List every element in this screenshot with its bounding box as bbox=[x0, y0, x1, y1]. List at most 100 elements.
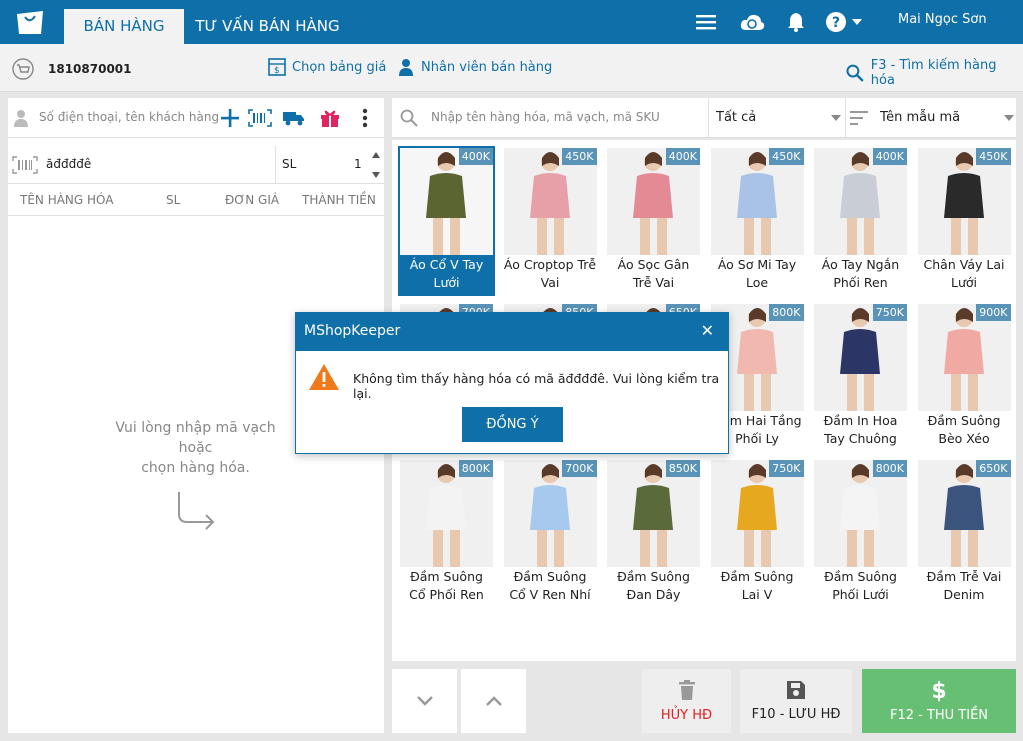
product-card[interactable]: 400K Áo Sọc Gân Trễ Vai bbox=[605, 146, 702, 296]
add-customer-icon[interactable] bbox=[221, 109, 239, 127]
invoice-table-header: TÊN HÀNG HÓA SL ĐƠN GIÁ THÀNH TIỀN bbox=[8, 184, 384, 216]
tab-tu-van-ban-hang[interactable]: TƯ VẤN BÁN HÀNG bbox=[190, 9, 345, 44]
top-bar: BÁN HÀNG TƯ VẤN BÁN HÀNG ? Mai Ngọc Sơn bbox=[0, 0, 1023, 44]
customer-icon bbox=[14, 110, 28, 127]
col-total: THÀNH TIỀN bbox=[302, 193, 376, 207]
sort-dropdown[interactable]: Tên mẫu mã bbox=[845, 98, 1016, 138]
gift-icon[interactable] bbox=[320, 108, 340, 128]
col-product-name: TÊN HÀNG HÓA bbox=[20, 193, 114, 207]
product-name: Áo Sọc Gân Trễ Vai bbox=[617, 257, 690, 290]
order-info: 1810870001 bbox=[12, 58, 132, 80]
more-options-icon[interactable] bbox=[362, 108, 368, 128]
col-quantity: SL bbox=[166, 193, 181, 207]
cart-icon bbox=[12, 58, 34, 80]
barcode-row: ăđđđđê SL 1 bbox=[8, 146, 384, 184]
chevron-down-icon[interactable] bbox=[851, 10, 863, 34]
product-card[interactable]: 850K Đầm Suông Đan Dây bbox=[605, 458, 702, 608]
product-name: Đầm Suông Bèo Xéo bbox=[927, 413, 1001, 446]
cancel-invoice-button[interactable]: HỦY HĐ bbox=[642, 669, 731, 733]
product-price-badge: 800K bbox=[458, 460, 493, 477]
save-disk-icon bbox=[787, 680, 805, 699]
sort-icon bbox=[850, 111, 868, 125]
quantity-up-icon[interactable] bbox=[372, 152, 380, 158]
product-price-badge: 900K bbox=[976, 304, 1011, 321]
scan-card-icon[interactable] bbox=[248, 109, 272, 127]
product-price-badge: 850K bbox=[665, 460, 700, 477]
product-card[interactable]: 800K Đầm Suông Phối Lưới bbox=[812, 458, 909, 608]
product-price-badge: 650K bbox=[976, 460, 1011, 477]
chevron-down-icon bbox=[1004, 115, 1014, 121]
shop-logo-icon bbox=[17, 11, 43, 34]
product-price-badge: 400K bbox=[665, 148, 700, 165]
dialog-header: MShopKeeper ✕ bbox=[296, 313, 728, 351]
product-price-badge: 450K bbox=[562, 148, 597, 165]
product-card[interactable]: 900K Đầm Suông Bèo Xéo bbox=[915, 302, 1013, 452]
warning-icon bbox=[309, 364, 339, 390]
close-icon[interactable]: ✕ bbox=[701, 321, 714, 340]
product-card[interactable]: 700K Đầm Suông Cổ V Ren Nhí bbox=[501, 458, 599, 608]
search-icon bbox=[846, 64, 864, 82]
alert-dialog: MShopKeeper ✕ Không tìm thấy hàng hóa có… bbox=[295, 312, 729, 454]
product-name: Áo Croptop Trễ Vai bbox=[503, 257, 597, 290]
customer-search-input[interactable]: Số điện thoại, tên khách hàng bbox=[39, 110, 219, 124]
checkout-button[interactable]: $ F12 - THU TIỀN bbox=[862, 669, 1016, 733]
product-name: Đầm In Hoa Tay Chuông bbox=[823, 413, 898, 446]
barcode-input[interactable]: ăđđđđê bbox=[46, 157, 91, 171]
scroll-up-button[interactable] bbox=[461, 669, 526, 733]
search-icon bbox=[400, 109, 418, 127]
product-search-input[interactable]: Nhập tên hàng hóa, mã vạch, mã SKU bbox=[431, 110, 660, 124]
order-bar: 1810870001 $ Chọn bảng giá Nhân viên bán… bbox=[0, 44, 1023, 92]
salesperson-icon bbox=[399, 59, 413, 76]
scroll-down-button[interactable] bbox=[392, 669, 457, 733]
quantity-stepper[interactable]: SL 1 bbox=[275, 146, 384, 184]
product-price-badge: 400K bbox=[458, 148, 493, 165]
product-name: Đầm Suông Lai V bbox=[720, 569, 794, 602]
product-card[interactable]: 450K Áo Sơ Mi Tay Loe bbox=[708, 146, 806, 296]
product-name: Đầm Suông Phối Lưới bbox=[824, 569, 897, 602]
ok-button[interactable]: ĐỒNG Ý bbox=[462, 407, 563, 442]
product-card[interactable]: 650K Đầm Trễ Vai Denim bbox=[915, 458, 1013, 608]
tab-ban-hang[interactable]: BÁN HÀNG bbox=[64, 9, 184, 44]
category-filter-dropdown[interactable]: Tất cả bbox=[708, 98, 845, 138]
chevron-down-icon bbox=[416, 696, 433, 706]
product-price-badge: 700K bbox=[562, 460, 597, 477]
product-card[interactable]: 400K Áo Tay Ngắn Phối Ren bbox=[812, 146, 909, 296]
price-table-icon: $ bbox=[268, 58, 286, 76]
svg-text:$: $ bbox=[274, 66, 280, 76]
quantity-down-icon[interactable] bbox=[372, 172, 380, 178]
search-shortcut[interactable]: F3 - Tìm kiếm hàng hóa bbox=[846, 58, 1023, 88]
cloud-sync-icon[interactable] bbox=[738, 10, 766, 34]
arrow-right-curve-icon bbox=[177, 492, 214, 530]
price-list-link[interactable]: $ Chọn bảng giá bbox=[268, 58, 386, 76]
menu-icon[interactable] bbox=[695, 10, 717, 34]
chevron-up-icon bbox=[485, 696, 502, 706]
help-icon[interactable]: ? bbox=[825, 10, 847, 34]
product-price-badge: 450K bbox=[976, 148, 1011, 165]
quantity-value[interactable]: 1 bbox=[354, 157, 362, 171]
product-search-bar: Nhập tên hàng hóa, mã vạch, mã SKU Tất c… bbox=[392, 98, 1016, 138]
product-name: Đầm Trễ Vai Denim bbox=[926, 569, 1002, 602]
bell-icon[interactable] bbox=[786, 10, 806, 34]
product-price-badge: 450K bbox=[769, 148, 804, 165]
product-card[interactable]: 450K Chân Váy Lai Lưới bbox=[915, 146, 1013, 296]
dollar-icon: $ bbox=[931, 679, 947, 704]
salesperson-link[interactable]: Nhân viên bán hàng bbox=[398, 58, 552, 76]
svg-text:?: ? bbox=[832, 15, 840, 31]
product-price-badge: 800K bbox=[769, 304, 804, 321]
save-invoice-button[interactable]: F10 - LƯU HĐ bbox=[740, 669, 852, 733]
delivery-truck-icon[interactable] bbox=[283, 110, 305, 126]
dialog-title: MShopKeeper bbox=[304, 323, 401, 339]
product-price-badge: 400K bbox=[872, 148, 907, 165]
chevron-down-icon bbox=[831, 115, 841, 121]
product-card[interactable]: 800K Đầm Suông Cổ Phối Ren bbox=[398, 458, 495, 608]
product-card[interactable]: 400K Áo Cổ V Tay Lưới bbox=[398, 146, 495, 296]
quantity-label: SL bbox=[282, 157, 297, 171]
product-card[interactable]: 450K Áo Croptop Trễ Vai bbox=[501, 146, 599, 296]
dialog-message: Không tìm thấy hàng hóa có mã ăđđđđê. Vu… bbox=[353, 371, 720, 401]
user-name[interactable]: Mai Ngọc Sơn bbox=[898, 12, 987, 27]
product-card[interactable]: 750K Đầm In Hoa Tay Chuông bbox=[812, 302, 909, 452]
product-name: Đầm Suông Cổ V Ren Nhí bbox=[509, 569, 591, 602]
product-name: Đầm Suông Cổ Phối Ren bbox=[409, 569, 484, 602]
barcode-icon bbox=[12, 156, 38, 174]
product-card[interactable]: 750K Đầm Suông Lai V bbox=[708, 458, 806, 608]
